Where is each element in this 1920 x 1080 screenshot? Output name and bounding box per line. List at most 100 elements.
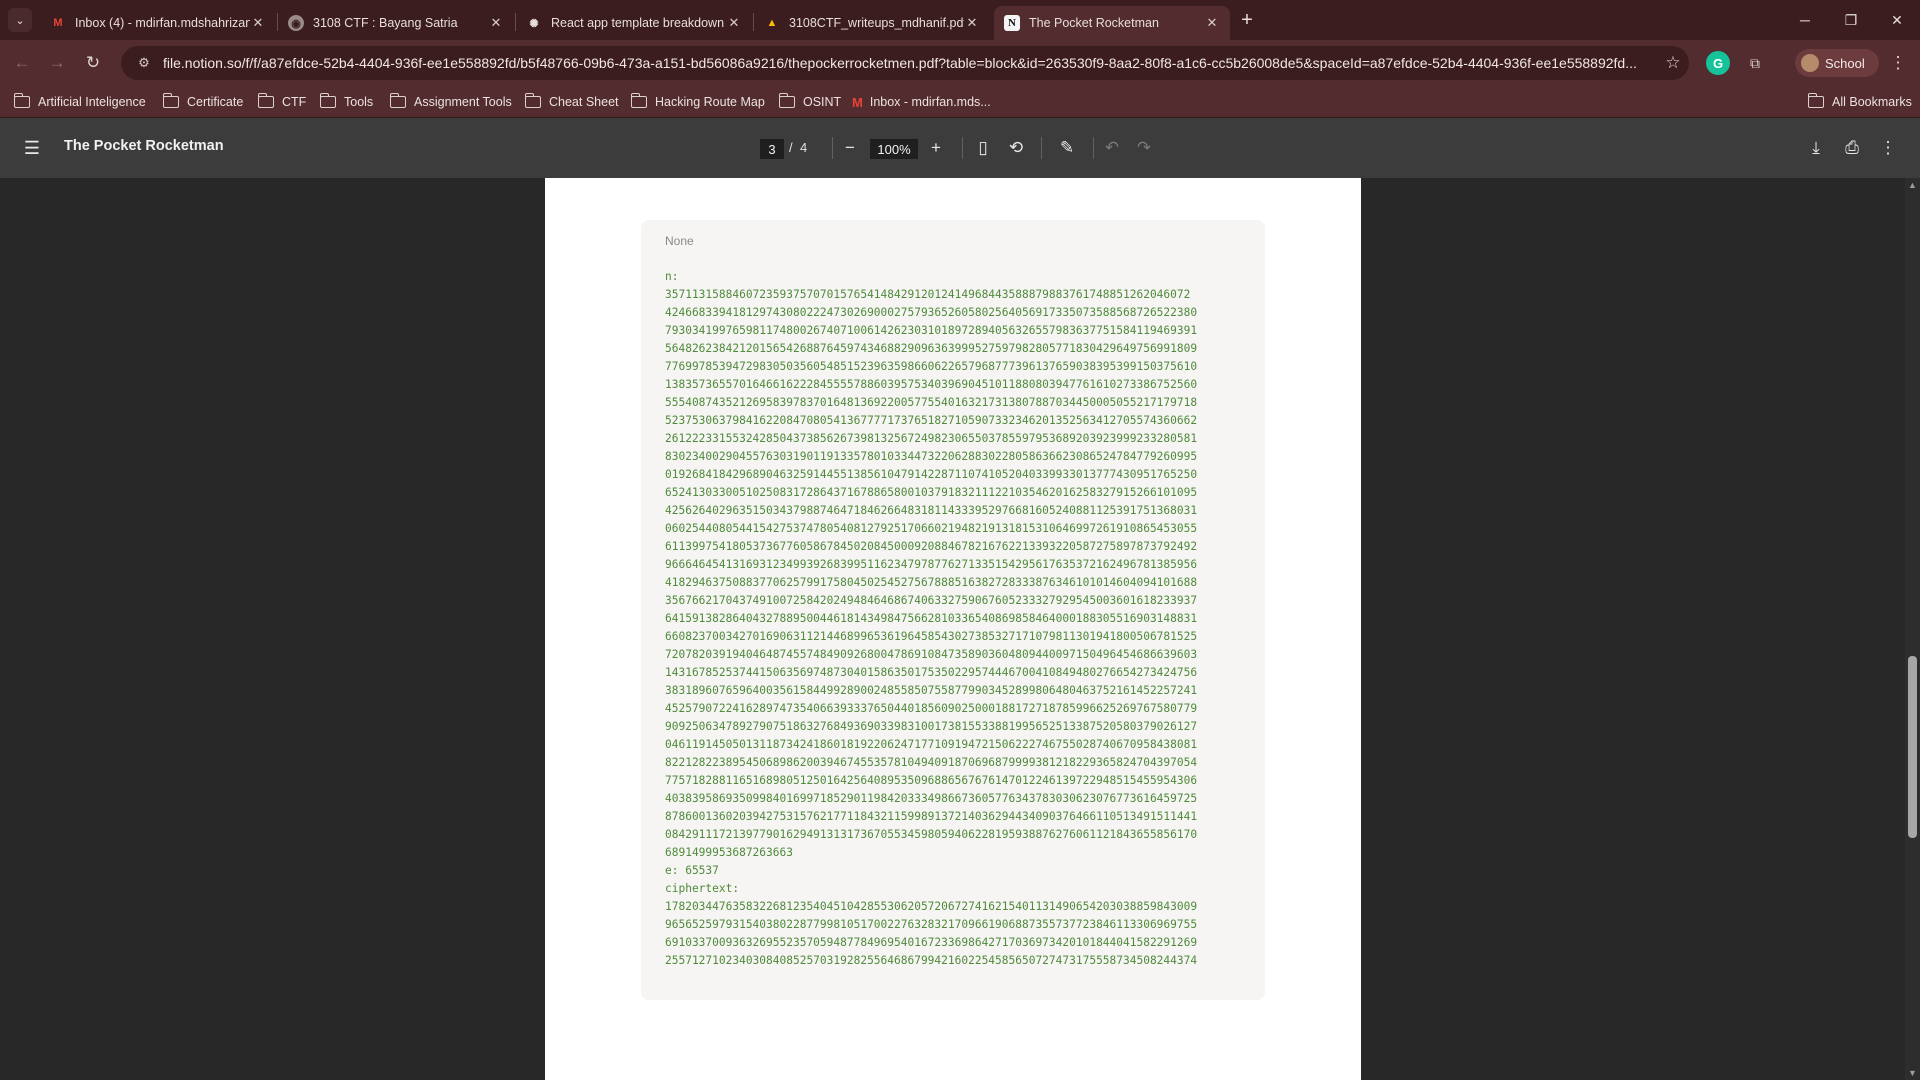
folder-icon bbox=[162, 93, 179, 108]
download-icon[interactable]: ⤓ bbox=[1804, 136, 1828, 160]
page-total: 4 bbox=[800, 140, 808, 155]
site-info-icon[interactable]: ⚙ bbox=[129, 55, 159, 71]
scroll-up-arrow-icon[interactable]: ▲ bbox=[1908, 180, 1917, 190]
bookmark-label: Cheat Sheet bbox=[549, 95, 619, 109]
new-tab-plus-icon[interactable]: + bbox=[1233, 6, 1261, 34]
folder-icon bbox=[257, 93, 274, 108]
zoom-out-icon[interactable]: − bbox=[838, 136, 862, 160]
address-bar[interactable]: ⚙ file.notion.so/f/f/a87efdce-52b4-4404-… bbox=[121, 46, 1689, 80]
folder-icon bbox=[778, 93, 795, 108]
pdf-viewer-area[interactable]: None n: 35711315884607235937570701576541… bbox=[0, 178, 1920, 1080]
grammarly-icon[interactable]: G bbox=[1706, 51, 1730, 75]
openai-icon: ✺ bbox=[529, 17, 539, 30]
notion-icon: N bbox=[1004, 15, 1020, 31]
bookmark-label: CTF bbox=[282, 95, 307, 109]
bookmark-label: Hacking Route Map bbox=[655, 95, 765, 109]
pdf-sidebar-menu-icon[interactable]: ☰ bbox=[20, 136, 44, 160]
tab-react-template[interactable]: ✺ React app template breakdown ✕ bbox=[516, 6, 752, 40]
bookmark-label: Assignment Tools bbox=[414, 95, 512, 109]
tab-title: 3108CTF_writeups_mdhanif.pdf bbox=[789, 16, 964, 30]
close-icon[interactable]: ✕ bbox=[726, 15, 742, 31]
bookmark-hacking-route-map[interactable]: Hacking Route Map bbox=[630, 93, 765, 111]
bookmark-gmail-inbox[interactable]: M Inbox - mdirfan.mds... bbox=[852, 93, 991, 111]
code-language-label: None bbox=[665, 234, 694, 248]
close-icon[interactable]: ✕ bbox=[250, 15, 266, 31]
bookmarks-bar: Artificial Inteligence Certificate CTF T… bbox=[0, 86, 1920, 118]
tab-3108-ctf[interactable]: ◉ 3108 CTF : Bayang Satria ✕ bbox=[278, 6, 514, 40]
pdf-title: The Pocket Rocketman bbox=[64, 138, 224, 154]
rotate-icon[interactable]: ⟲ bbox=[1004, 136, 1028, 160]
back-arrow-icon[interactable]: ← bbox=[8, 49, 36, 77]
page-separator: / bbox=[789, 140, 793, 155]
page-number-input[interactable]: 3 bbox=[760, 139, 784, 159]
bookmark-tools[interactable]: Tools bbox=[319, 93, 374, 111]
zoom-input[interactable]: 100% bbox=[870, 139, 918, 159]
redo-icon[interactable]: ↷ bbox=[1132, 136, 1156, 160]
folder-icon bbox=[524, 93, 541, 108]
tab-title: Inbox (4) - mdirfan.mdshahrizan bbox=[75, 16, 250, 30]
window-close-icon[interactable]: ✕ bbox=[1874, 0, 1920, 40]
profile-label: School bbox=[1825, 55, 1865, 71]
close-icon[interactable]: ✕ bbox=[488, 15, 504, 31]
fit-page-icon[interactable]: ▯ bbox=[971, 136, 995, 160]
print-icon[interactable]: ⎙ bbox=[1840, 136, 1864, 160]
tab-strip: ⌄ M Inbox (4) - mdirfan.mdshahrizan ✕ ◉ … bbox=[0, 0, 1920, 40]
forward-arrow-icon[interactable]: → bbox=[43, 49, 71, 77]
bookmark-label: Artificial Inteligence bbox=[38, 95, 146, 109]
browser-menu-icon[interactable]: ⋮ bbox=[1884, 49, 1912, 77]
google-drive-icon: ▲ bbox=[766, 17, 778, 29]
toolbar-divider bbox=[1041, 137, 1042, 159]
tab-title: React app template breakdown bbox=[551, 16, 725, 30]
toolbar-divider bbox=[962, 137, 963, 159]
reload-icon[interactable]: ↻ bbox=[79, 49, 107, 77]
bookmark-label: Certificate bbox=[187, 95, 244, 109]
pdf-page: None n: 35711315884607235937570701576541… bbox=[545, 178, 1361, 1080]
bookmark-label: All Bookmarks bbox=[1832, 95, 1912, 109]
close-icon[interactable]: ✕ bbox=[1204, 15, 1220, 31]
pdf-more-options-icon[interactable]: ⋮ bbox=[1876, 136, 1900, 160]
gmail-icon: M bbox=[852, 94, 863, 110]
tab-writeups-pdf[interactable]: ▲ 3108CTF_writeups_mdhanif.pdf ✕ bbox=[754, 6, 990, 40]
bookmark-label: OSINT bbox=[803, 95, 842, 109]
extensions-puzzle-icon[interactable]: ⧉ bbox=[1743, 51, 1767, 75]
bookmark-assignment-tools[interactable]: Assignment Tools bbox=[389, 93, 512, 111]
bookmark-certificate[interactable]: Certificate bbox=[162, 93, 244, 111]
tab-gmail-inbox[interactable]: M Inbox (4) - mdirfan.mdshahrizan ✕ bbox=[40, 6, 276, 40]
bookmark-label: Inbox - mdirfan.mds... bbox=[869, 95, 991, 109]
tab-pocket-rocketman[interactable]: N The Pocket Rocketman ✕ bbox=[994, 6, 1230, 40]
gmail-icon: M bbox=[53, 17, 63, 29]
zoom-in-icon[interactable]: + bbox=[924, 136, 948, 160]
tab-title: 3108 CTF : Bayang Satria bbox=[313, 16, 458, 30]
folder-icon bbox=[389, 93, 406, 108]
scroll-down-arrow-icon[interactable]: ▼ bbox=[1908, 1068, 1917, 1078]
bookmark-osint[interactable]: OSINT bbox=[778, 93, 842, 111]
bookmark-label: Tools bbox=[344, 95, 374, 109]
toolbar-divider bbox=[832, 137, 833, 159]
folder-icon bbox=[319, 93, 336, 108]
folder-icon bbox=[13, 93, 30, 108]
folder-icon bbox=[630, 93, 647, 108]
pdf-scrollbar[interactable]: ▲ ▼ bbox=[1905, 178, 1920, 1080]
all-bookmarks[interactable]: All Bookmarks bbox=[1807, 93, 1912, 111]
undo-icon[interactable]: ↶ bbox=[1100, 136, 1124, 160]
bookmark-cheat-sheet[interactable]: Cheat Sheet bbox=[524, 93, 619, 111]
bookmark-ctf[interactable]: CTF bbox=[257, 93, 307, 111]
globe-icon: ◉ bbox=[288, 15, 304, 31]
code-block: None n: 35711315884607235937570701576541… bbox=[641, 220, 1265, 1000]
bookmark-star-icon[interactable]: ☆ bbox=[1657, 53, 1689, 73]
browser-toolbar: ← → ↻ ⚙ file.notion.so/f/f/a87efdce-52b4… bbox=[0, 40, 1920, 86]
avatar bbox=[1801, 54, 1819, 72]
scrollbar-thumb[interactable] bbox=[1908, 656, 1917, 838]
folder-icon bbox=[1807, 93, 1824, 108]
toolbar-divider bbox=[1093, 137, 1094, 159]
annotate-pen-icon[interactable]: ✎ bbox=[1055, 136, 1079, 160]
restore-icon[interactable]: ❐ bbox=[1828, 0, 1874, 40]
tab-search-chevron-icon[interactable]: ⌄ bbox=[8, 8, 32, 32]
code-content: n: 3571131588460723593757070157654148429… bbox=[665, 270, 1198, 967]
url-text[interactable]: file.notion.so/f/f/a87efdce-52b4-4404-93… bbox=[159, 55, 1657, 71]
close-icon[interactable]: ✕ bbox=[964, 15, 980, 31]
profile-button[interactable]: School bbox=[1795, 49, 1879, 77]
tab-title: The Pocket Rocketman bbox=[1029, 16, 1159, 30]
minimize-icon[interactable]: ─ bbox=[1782, 0, 1828, 40]
bookmark-artificial-inteligence[interactable]: Artificial Inteligence bbox=[13, 93, 146, 111]
